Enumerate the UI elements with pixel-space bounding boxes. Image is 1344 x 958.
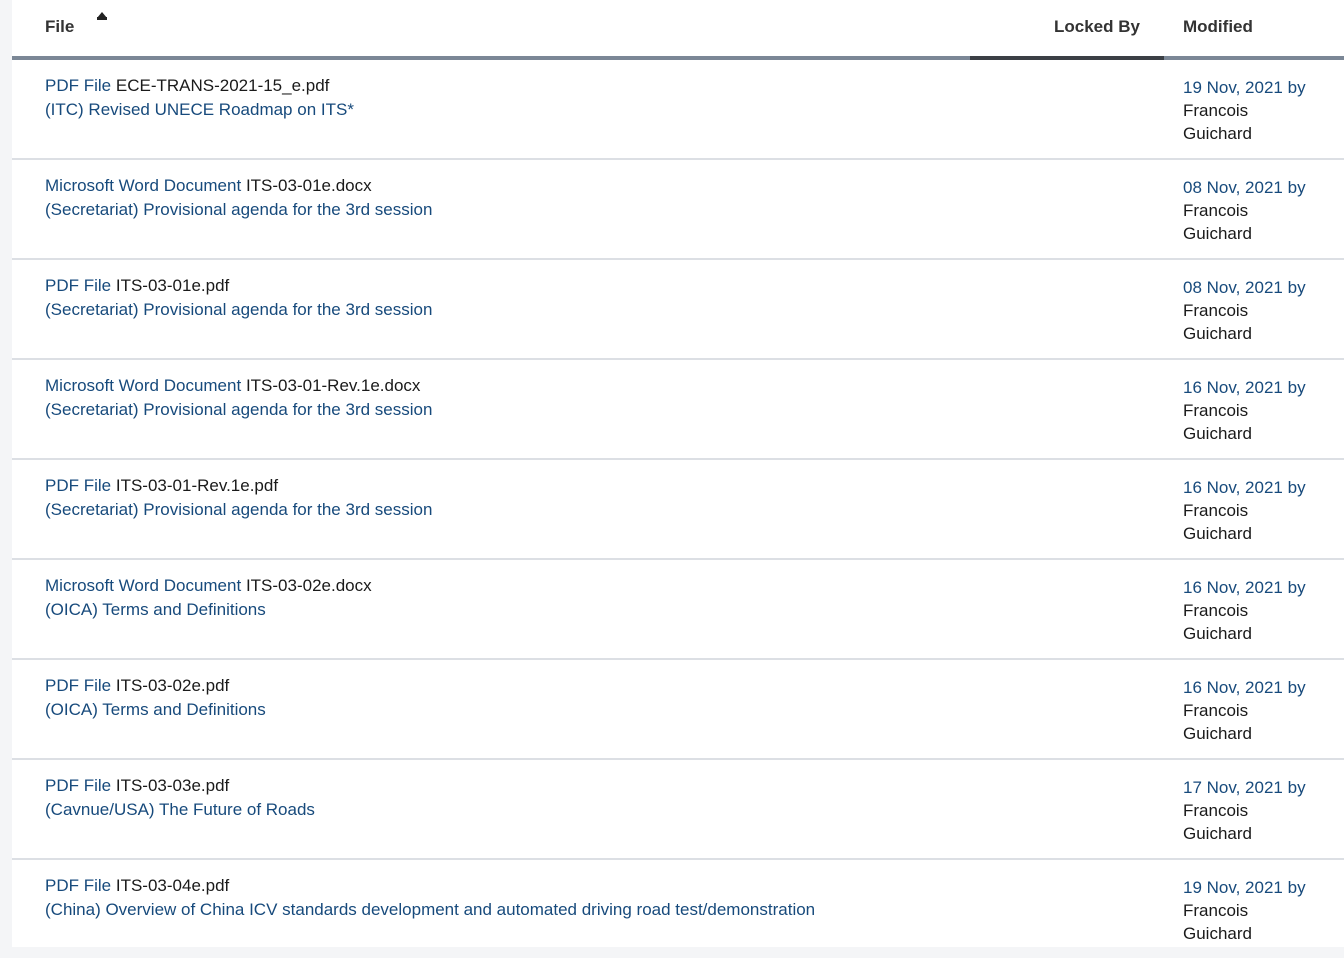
file-line: PDF File ITS-03-01-Rev.1e.pdf bbox=[45, 476, 278, 496]
column-header-modified[interactable]: Modified bbox=[1183, 17, 1253, 37]
modified-by-label: by bbox=[1287, 578, 1306, 597]
file-type-link[interactable]: PDF File bbox=[45, 76, 111, 95]
file-line: PDF File ITS-03-03e.pdf bbox=[45, 776, 229, 796]
file-type-link[interactable]: PDF File bbox=[45, 776, 111, 795]
table-row: PDF File ITS-03-01e.pdf (Secretariat) Pr… bbox=[12, 260, 1344, 360]
file-rows: PDF File ECE-TRANS-2021-15_e.pdf (ITC) R… bbox=[12, 60, 1344, 958]
modified-by-label: by bbox=[1287, 78, 1306, 97]
file-line: Microsoft Word Document ITS-03-01e.docx bbox=[45, 176, 372, 196]
file-type-link[interactable]: Microsoft Word Document bbox=[45, 376, 241, 395]
file-line: PDF File ECE-TRANS-2021-15_e.pdf bbox=[45, 76, 329, 96]
file-description-link[interactable]: (ITC) Revised UNECE Roadmap on ITS* bbox=[45, 100, 354, 120]
author-last-name[interactable]: Guichard bbox=[1183, 122, 1344, 145]
modified-cell: 16 Nov, 2021 by Francois Guichard bbox=[1183, 476, 1344, 545]
author-first-name[interactable]: Francois bbox=[1183, 599, 1344, 622]
modified-by-label: by bbox=[1287, 878, 1306, 897]
author-last-name[interactable]: Guichard bbox=[1183, 722, 1344, 745]
modified-by-label: by bbox=[1287, 178, 1306, 197]
modified-cell: 08 Nov, 2021 by Francois Guichard bbox=[1183, 276, 1344, 345]
file-type-link[interactable]: Microsoft Word Document bbox=[45, 176, 241, 195]
author-last-name[interactable]: Guichard bbox=[1183, 222, 1344, 245]
author-last-name[interactable]: Guichard bbox=[1183, 322, 1344, 345]
file-line: PDF File ITS-03-01e.pdf bbox=[45, 276, 229, 296]
column-header-file[interactable]: File bbox=[45, 17, 74, 37]
file-name-link[interactable]: ITS-03-01e.docx bbox=[246, 176, 372, 195]
table-row: PDF File ECE-TRANS-2021-15_e.pdf (ITC) R… bbox=[12, 60, 1344, 160]
modified-cell: 16 Nov, 2021 by Francois Guichard bbox=[1183, 576, 1344, 645]
file-line: PDF File ITS-03-02e.pdf bbox=[45, 676, 229, 696]
file-name-link[interactable]: ECE-TRANS-2021-15_e.pdf bbox=[116, 76, 330, 95]
column-header-locked-by[interactable]: Locked By bbox=[1054, 17, 1140, 37]
file-name-link[interactable]: ITS-03-02e.pdf bbox=[116, 676, 229, 695]
author-last-name[interactable]: Guichard bbox=[1183, 422, 1344, 445]
file-line: Microsoft Word Document ITS-03-02e.docx bbox=[45, 576, 372, 596]
author-first-name[interactable]: Francois bbox=[1183, 799, 1344, 822]
modified-cell: 17 Nov, 2021 by Francois Guichard bbox=[1183, 776, 1344, 845]
author-first-name[interactable]: Francois bbox=[1183, 399, 1344, 422]
modified-by-label: by bbox=[1287, 678, 1306, 697]
file-name-link[interactable]: ITS-03-01e.pdf bbox=[116, 276, 229, 295]
file-type-link[interactable]: Microsoft Word Document bbox=[45, 576, 241, 595]
table-row: PDF File ITS-03-02e.pdf (OICA) Terms and… bbox=[12, 660, 1344, 760]
modified-date-link[interactable]: 08 Nov, 2021 bbox=[1183, 178, 1283, 197]
file-description-link[interactable]: (OICA) Terms and Definitions bbox=[45, 600, 266, 620]
sort-up-icon[interactable] bbox=[96, 11, 108, 21]
modified-cell: 19 Nov, 2021 by Francois Guichard bbox=[1183, 76, 1344, 145]
file-name-link[interactable]: ITS-03-02e.docx bbox=[246, 576, 372, 595]
author-first-name[interactable]: Francois bbox=[1183, 299, 1344, 322]
table-row: Microsoft Word Document ITS-03-02e.docx … bbox=[12, 560, 1344, 660]
file-type-link[interactable]: PDF File bbox=[45, 876, 111, 895]
author-first-name[interactable]: Francois bbox=[1183, 99, 1344, 122]
table-row: Microsoft Word Document ITS-03-01-Rev.1e… bbox=[12, 360, 1344, 460]
file-description-link[interactable]: (Secretariat) Provisional agenda for the… bbox=[45, 200, 432, 220]
author-last-name[interactable]: Guichard bbox=[1183, 622, 1344, 645]
table-header: File Locked By Modified bbox=[12, 0, 1344, 56]
modified-cell: 08 Nov, 2021 by Francois Guichard bbox=[1183, 176, 1344, 245]
file-description-link[interactable]: (OICA) Terms and Definitions bbox=[45, 700, 266, 720]
file-name-link[interactable]: ITS-03-01-Rev.1e.docx bbox=[246, 376, 420, 395]
author-first-name[interactable]: Francois bbox=[1183, 499, 1344, 522]
modified-date-link[interactable]: 19 Nov, 2021 bbox=[1183, 878, 1283, 897]
table-row: PDF File ITS-03-04e.pdf (China) Overview… bbox=[12, 860, 1344, 958]
modified-by-label: by bbox=[1287, 778, 1306, 797]
modified-by-label: by bbox=[1287, 378, 1306, 397]
author-first-name[interactable]: Francois bbox=[1183, 199, 1344, 222]
file-description-link[interactable]: (China) Overview of China ICV standards … bbox=[45, 900, 815, 920]
author-last-name[interactable]: Guichard bbox=[1183, 822, 1344, 845]
author-first-name[interactable]: Francois bbox=[1183, 699, 1344, 722]
table-row: PDF File ITS-03-01-Rev.1e.pdf (Secretari… bbox=[12, 460, 1344, 560]
modified-date-link[interactable]: 19 Nov, 2021 bbox=[1183, 78, 1283, 97]
author-last-name[interactable]: Guichard bbox=[1183, 922, 1344, 945]
file-description-link[interactable]: (Secretariat) Provisional agenda for the… bbox=[45, 500, 432, 520]
modified-date-link[interactable]: 17 Nov, 2021 bbox=[1183, 778, 1283, 797]
modified-cell: 19 Nov, 2021 by Francois Guichard bbox=[1183, 876, 1344, 945]
file-list-panel: File Locked By Modified PDF File ECE-TRA… bbox=[12, 0, 1344, 947]
file-description-link[interactable]: (Secretariat) Provisional agenda for the… bbox=[45, 300, 432, 320]
file-line: PDF File ITS-03-04e.pdf bbox=[45, 876, 229, 896]
modified-cell: 16 Nov, 2021 by Francois Guichard bbox=[1183, 376, 1344, 445]
author-last-name[interactable]: Guichard bbox=[1183, 522, 1344, 545]
file-description-link[interactable]: (Cavnue/USA) The Future of Roads bbox=[45, 800, 315, 820]
table-row: PDF File ITS-03-03e.pdf (Cavnue/USA) The… bbox=[12, 760, 1344, 860]
file-type-link[interactable]: PDF File bbox=[45, 276, 111, 295]
modified-date-link[interactable]: 08 Nov, 2021 bbox=[1183, 278, 1283, 297]
table-row: Microsoft Word Document ITS-03-01e.docx … bbox=[12, 160, 1344, 260]
file-name-link[interactable]: ITS-03-03e.pdf bbox=[116, 776, 229, 795]
file-type-link[interactable]: PDF File bbox=[45, 476, 111, 495]
author-first-name[interactable]: Francois bbox=[1183, 899, 1344, 922]
modified-date-link[interactable]: 16 Nov, 2021 bbox=[1183, 678, 1283, 697]
file-name-link[interactable]: ITS-03-04e.pdf bbox=[116, 876, 229, 895]
file-line: Microsoft Word Document ITS-03-01-Rev.1e… bbox=[45, 376, 420, 396]
modified-date-link[interactable]: 16 Nov, 2021 bbox=[1183, 378, 1283, 397]
modified-date-link[interactable]: 16 Nov, 2021 bbox=[1183, 578, 1283, 597]
file-name-link[interactable]: ITS-03-01-Rev.1e.pdf bbox=[116, 476, 278, 495]
file-type-link[interactable]: PDF File bbox=[45, 676, 111, 695]
modified-date-link[interactable]: 16 Nov, 2021 bbox=[1183, 478, 1283, 497]
modified-cell: 16 Nov, 2021 by Francois Guichard bbox=[1183, 676, 1344, 745]
file-description-link[interactable]: (Secretariat) Provisional agenda for the… bbox=[45, 400, 432, 420]
modified-by-label: by bbox=[1287, 478, 1306, 497]
modified-by-label: by bbox=[1287, 278, 1306, 297]
